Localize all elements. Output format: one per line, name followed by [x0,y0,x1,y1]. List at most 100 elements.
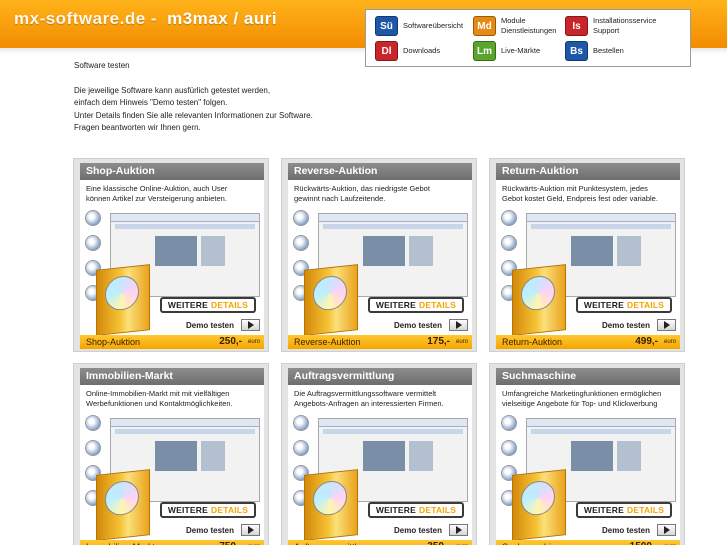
card-body: Auftragsvermittlung Die Auftragsvermittl… [288,368,472,545]
price-bar: Return-Auktion 499,- euro [496,335,680,349]
details-button[interactable]: WEITERE DETAILS [160,502,256,518]
card-title[interactable]: Auftragsvermittlung [288,368,472,385]
price-product-name: Reverse-Auktion [294,337,361,347]
card-title[interactable]: Suchmaschine [496,368,680,385]
menu-label: Installationsservice Support [593,16,657,35]
details-button[interactable]: WEITERE DETAILS [160,297,256,313]
tool-icon [501,415,517,431]
tool-icon [501,210,517,226]
live-markets-icon: Lm [473,41,496,61]
product-box-image [512,469,566,541]
software-overview-icon: Sü [375,16,398,36]
menu-label: Live-Märkte [501,46,541,55]
card-title[interactable]: Immobilien-Markt [80,368,264,385]
price-unit: euro [455,339,468,345]
cd-icon [313,479,347,517]
screenshot-image [617,441,641,471]
downloads-icon: Dl [375,41,398,61]
card-description: Online-Immobilien-Markt mit mit vielfält… [86,389,262,409]
installation-icon: Is [565,16,588,36]
demo-label: Demo testen [602,525,651,535]
details-button[interactable]: WEITERE DETAILS [576,502,672,518]
price-bar: Immobilien-Markt 750,- euro [80,540,264,545]
product-box-image [304,469,358,541]
demo-test-button[interactable]: Demo testen [602,524,677,536]
card-description-line: Werbefunktionen und Kontaktmöglichkeiten… [86,399,233,408]
details-word: DETAILS [210,300,249,310]
screenshot-image [201,236,225,266]
price-value: 175,- [427,336,450,347]
demo-test-button[interactable]: Demo testen [394,319,469,331]
demo-test-button[interactable]: Demo testen [186,524,261,536]
demo-label: Demo testen [394,525,443,535]
details-button[interactable]: WEITERE DETAILS [368,502,464,518]
top-menu: Sü Softwareübersicht Md Module Dienstlei… [365,9,691,67]
menu-label: Downloads [403,46,441,55]
order-icon: Bs [565,41,588,61]
card-body: Immobilien-Markt Online-Immobilien-Markt… [80,368,264,545]
screenshot-image [409,441,433,471]
demo-test-button[interactable]: Demo testen [602,319,677,331]
tool-icon [293,210,309,226]
details-word: DETAILS [626,300,665,310]
price-value: 250,- [219,336,242,347]
site-logo[interactable]: mx-software.de - m3max / auri [14,9,277,29]
menu-item-installationsservice[interactable]: Is Installationsservice Support [565,16,667,36]
software-card: Reverse-Auktion Rückwärts-Auktion, das n… [281,158,477,352]
screenshot-image [201,441,225,471]
screenshot-image [363,441,405,471]
price-value: 350,- [427,541,450,545]
card-title[interactable]: Return-Auktion [496,163,680,180]
intro-text: Software testen Die jeweilige Software k… [74,60,313,135]
card-body: Return-Auktion Rückwärts-Auktion mit Pun… [496,163,680,349]
details-word: WEITERE [583,505,624,515]
menu-item-live-maerkte[interactable]: Lm Live-Märkte [473,41,540,61]
screenshot-image [571,236,613,266]
play-icon [449,524,469,536]
screenshot-image [155,441,197,471]
card-title[interactable]: Shop-Auktion [80,163,264,180]
intro-line: Die jeweilige Software kann ausfürlich g… [74,85,271,95]
card-body: Shop-Auktion Eine klassische Online-Aukt… [80,163,264,349]
tool-icon [293,440,309,456]
play-icon [241,524,261,536]
price-product-name: Return-Auktion [502,337,563,347]
details-button[interactable]: WEITERE DETAILS [368,297,464,313]
card-description-line: Eine klassische Online-Auktion, auch Use… [86,184,228,193]
cd-icon [521,274,555,312]
intro-line: Unter Details finden Sie alle relevanten… [74,110,313,120]
tool-icon [501,440,517,456]
menu-item-downloads[interactable]: Dl Downloads [375,41,440,61]
details-word: DETAILS [210,505,249,515]
price-value: 1500,- [630,541,658,545]
menu-item-bestellen[interactable]: Bs Bestellen [565,41,624,61]
card-description-line: können Artikel zur Versteigerung anbiete… [86,194,227,203]
play-icon [657,524,677,536]
price-product-name: Shop-Auktion [86,337,141,347]
play-icon [449,319,469,331]
card-title[interactable]: Reverse-Auktion [288,163,472,180]
card-description-line: Angebots-Anfragen an interessierten Firm… [294,399,444,408]
details-word: DETAILS [418,505,457,515]
card-description: Umfangreiche Marketingfunktionen ermögli… [502,389,678,409]
cd-icon [313,274,347,312]
product-box-image [512,264,566,336]
price-bar: Suchmaschine 1500,- euro [496,540,680,545]
product-box-image [304,264,358,336]
demo-test-button[interactable]: Demo testen [186,319,261,331]
card-description-line: Die Auftragsvermittlungssoftware vermitt… [294,389,437,398]
tool-icon [85,440,101,456]
price-bar: Reverse-Auktion 175,- euro [288,335,472,349]
details-word: WEITERE [375,300,416,310]
card-description-line: vielseitige Angebote für Top- und Klickw… [502,399,658,408]
menu-item-module[interactable]: Md Module Dienstleistungen [473,16,567,36]
menu-label: Bestellen [593,46,624,55]
software-card: Suchmaschine Umfangreiche Marketingfunkt… [489,363,685,545]
screenshot-image [363,236,405,266]
play-icon [657,319,677,331]
demo-test-button[interactable]: Demo testen [394,524,469,536]
screenshot-image [617,236,641,266]
details-button[interactable]: WEITERE DETAILS [576,297,672,313]
screenshot-image [571,441,613,471]
menu-item-softwareuebersicht[interactable]: Sü Softwareübersicht [375,16,463,36]
